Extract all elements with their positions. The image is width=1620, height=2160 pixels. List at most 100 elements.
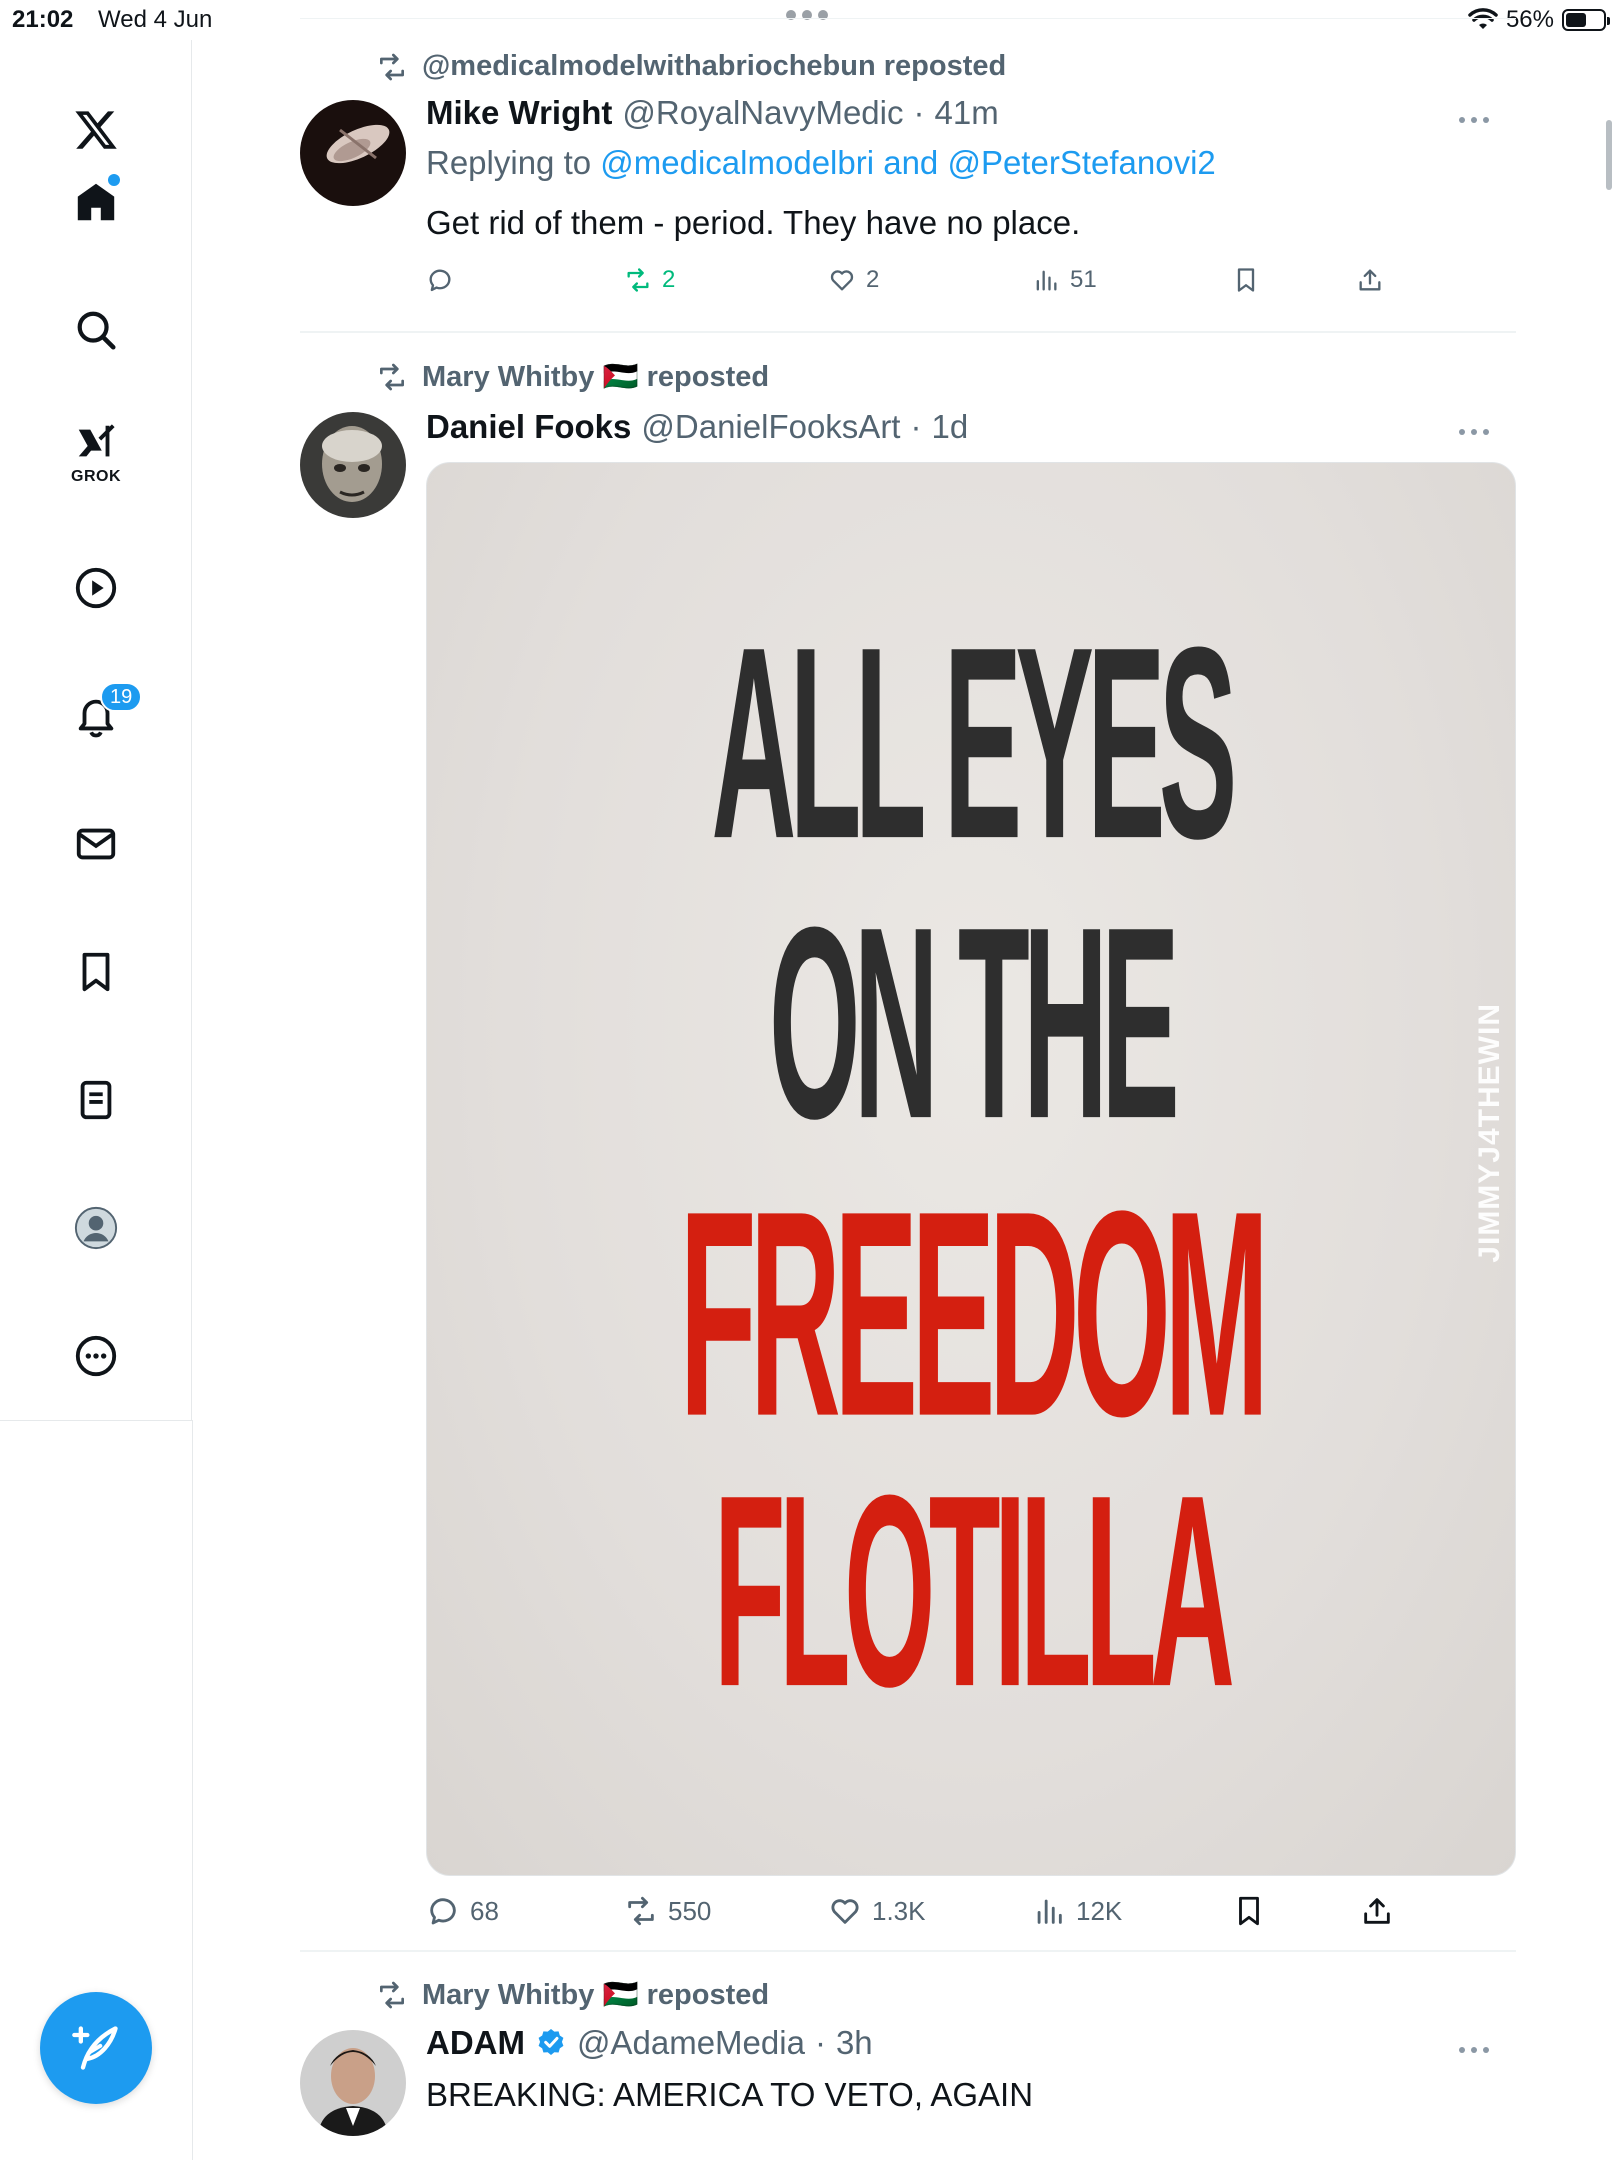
bookmark-button[interactable] [1232, 266, 1260, 294]
share-button[interactable] [1356, 266, 1384, 294]
new-posts-dot [108, 174, 120, 186]
more-options-icon[interactable] [1452, 110, 1496, 130]
post-actions: 2 2 51 [426, 266, 1406, 306]
compose-feather-icon [72, 2026, 118, 2070]
reply-icon [430, 1898, 456, 1925]
more-options-icon[interactable] [1452, 422, 1496, 442]
views-chart-icon [1037, 1899, 1062, 1924]
avatar[interactable] [300, 2030, 406, 2136]
repost-button[interactable]: 550 [624, 1894, 711, 1928]
view-count: 12K [1076, 1895, 1123, 1926]
grok-icon [78, 424, 115, 457]
poster-line-1: ALL EYES [711, 589, 1237, 896]
notification-badge: 19 [100, 682, 143, 712]
view-count: 51 [1070, 266, 1097, 293]
profile-icon [74, 1206, 118, 1250]
sidebar-item-more[interactable] [56, 1316, 136, 1396]
separator: · [814, 2024, 826, 2061]
share-icon [1359, 269, 1381, 291]
compose-button[interactable] [40, 1992, 152, 2104]
replying-to: Replying to @medicalmodelbri and @PeterS… [426, 144, 1216, 182]
timestamp[interactable]: 1d [931, 408, 968, 446]
more-options-icon[interactable] [1452, 2040, 1496, 2060]
heart-icon [830, 270, 854, 291]
repost-by-text: Mary Whitby 🇵🇸 reposted [422, 1979, 770, 2011]
share-button[interactable] [1360, 1894, 1394, 1928]
separator: · [913, 94, 925, 131]
sidebar-item-home[interactable] [56, 162, 136, 242]
play-icon [75, 567, 117, 609]
post-divider [300, 1950, 1516, 1952]
post-header: Daniel Fooks @DanielFooksArt · 1d [426, 408, 968, 446]
mail-icon [76, 828, 116, 860]
wifi-icon [1468, 8, 1498, 29]
timestamp[interactable]: 41m [935, 94, 999, 132]
status-right: 56% [1468, 6, 1610, 34]
repost-icon [627, 268, 649, 292]
repost-button[interactable]: 2 [624, 266, 675, 294]
repost-icon [628, 1896, 654, 1926]
sidebar-item-messages[interactable] [56, 804, 136, 884]
sidebar-border [192, 1420, 193, 2160]
post-actions: 68 550 1.3K 12K [426, 1894, 1406, 1934]
sidebar-item-grok[interactable]: GROK [56, 410, 136, 490]
post-2[interactable]: Mary Whitby 🇵🇸 reposted Daniel Fooks @Da… [300, 356, 1516, 1950]
repost-indicator: @medicalmodelwithabriochebun reposted [376, 50, 1006, 83]
like-button[interactable]: 2 [828, 266, 879, 294]
views-button[interactable]: 51 [1032, 266, 1097, 294]
views-button[interactable]: 12K [1032, 1894, 1122, 1928]
post-media-image[interactable]: ALL EYES ON THE FREEDOM FLOTILLA JIMMYJ4… [426, 462, 1516, 1876]
avatar[interactable] [300, 412, 406, 518]
handle[interactable]: @RoyalNavyMedic [622, 94, 903, 132]
repost-icon [380, 363, 404, 391]
display-name[interactable]: Daniel Fooks [426, 408, 631, 446]
post-1[interactable]: @medicalmodelwithabriochebun reposted Mi… [300, 44, 1516, 329]
repost-by-text: @medicalmodelwithabriochebun reposted [422, 50, 1007, 82]
sidebar-item-videos[interactable] [56, 548, 136, 628]
sidebar-item-bookmarks[interactable] [56, 932, 136, 1012]
repost-icon [380, 1981, 404, 2009]
image-watermark: JIMMYJ4THEWIN [1473, 1003, 1506, 1263]
feed-top-divider [300, 18, 1516, 19]
handle[interactable]: @AdameMedia [577, 2024, 805, 2062]
repost-by-text: Mary Whitby 🇵🇸 reposted [422, 361, 770, 393]
display-name[interactable]: ADAM [426, 2024, 525, 2062]
verified-badge-icon [538, 2029, 564, 2055]
reply-button[interactable] [426, 266, 464, 294]
post-3[interactable]: Mary Whitby 🇵🇸 reposted ADAM @AdameMedia… [300, 1974, 1516, 2160]
sidebar-item-explore[interactable] [56, 290, 136, 370]
like-button[interactable]: 1.3K [828, 1894, 926, 1928]
poster-line-3: FREEDOM [679, 1149, 1270, 1478]
sidebar-nav: GROK 19 [0, 40, 192, 1420]
handle[interactable]: @DanielFooksArt [641, 408, 900, 446]
bookmark-icon [1239, 1896, 1259, 1926]
avatar[interactable] [300, 100, 406, 206]
more-circle-icon [75, 1335, 117, 1377]
search-icon [77, 311, 116, 350]
sidebar-item-profile[interactable] [56, 1188, 136, 1268]
post-text: Get rid of them - period. They have no p… [426, 204, 1081, 241]
x-logo-icon[interactable] [56, 90, 136, 170]
display-name[interactable]: Mike Wright [426, 94, 612, 132]
reply-mentions[interactable]: @medicalmodelbri and @PeterStefanovi2 [600, 144, 1215, 181]
sidebar-divider [0, 1420, 192, 1421]
reply-prefix: Replying to [426, 144, 592, 181]
battery-icon [1562, 9, 1610, 31]
bookmark-icon [82, 952, 110, 992]
post-header: Mike Wright @RoyalNavyMedic · 41m [426, 94, 999, 132]
bookmark-button[interactable] [1232, 1894, 1266, 1928]
sidebar-item-lists[interactable] [56, 1060, 136, 1140]
scrollbar-thumb[interactable] [1606, 120, 1612, 190]
repost-count: 550 [668, 1895, 712, 1926]
bookmark-icon [1237, 268, 1255, 292]
separator: · [910, 408, 922, 445]
timestamp[interactable]: 3h [836, 2024, 873, 2062]
repost-indicator: Mary Whitby 🇵🇸 reposted [376, 360, 769, 394]
sidebar-item-notifications[interactable]: 19 [56, 676, 143, 756]
reply-button[interactable]: 68 [426, 1894, 499, 1928]
list-icon [80, 1080, 112, 1120]
status-date: Wed 4 Jun [98, 6, 213, 33]
grok-label: GROK [71, 468, 121, 485]
share-icon [1364, 1898, 1390, 1924]
battery-percent: 56% [1505, 6, 1554, 33]
